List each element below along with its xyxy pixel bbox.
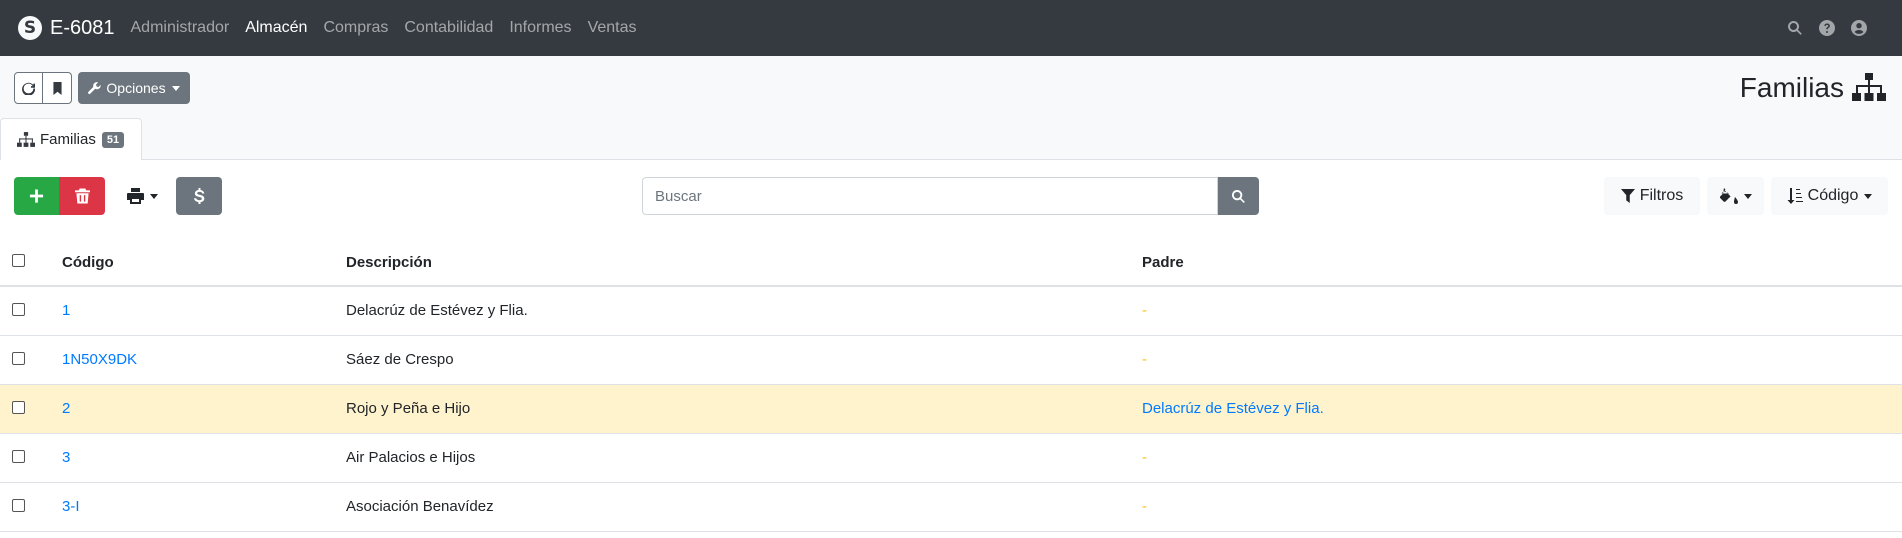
table-row[interactable]: 3 Air Palacios e Hijos - [0,434,1902,483]
filters-button[interactable]: Filtros [1604,177,1700,215]
table-row[interactable]: 1 Delacrúz de Estévez y Flia. - [0,287,1902,336]
nav-item-compras[interactable]: Compras [323,19,388,37]
table-row[interactable]: 1N50X9DK Sáez de Crespo - [0,336,1902,385]
row-description: Rojo y Peña e Hijo [346,400,471,417]
table-header: Código Descripción Padre [0,238,1902,287]
column-header-code[interactable]: Código [62,254,114,271]
column-header-description[interactable]: Descripción [346,254,432,271]
search-icon[interactable] [1786,19,1804,37]
print-icon [126,188,144,204]
wrench-icon [88,81,102,94]
page-header: Opciones Familias [0,56,1902,160]
dollar-icon [193,188,204,204]
price-button[interactable] [176,177,222,215]
nav-item-informes[interactable]: Informes [509,19,571,37]
row-parent: - [1142,498,1147,515]
refresh-icon [22,82,35,95]
row-description: Sáez de Crespo [346,351,454,368]
paint-bucket-icon [1719,188,1738,204]
row-checkbox[interactable] [12,450,25,463]
row-code-link[interactable]: 3 [62,449,70,466]
row-checkbox[interactable] [12,499,25,512]
delete-button[interactable] [59,177,105,215]
row-code-link[interactable]: 1N50X9DK [62,351,137,368]
row-parent: - [1142,449,1147,466]
chevron-down-icon [1743,193,1752,199]
color-dropdown-button[interactable] [1707,177,1764,215]
sitemap-icon [1852,73,1886,101]
tab-familias[interactable]: Familias 51 [0,118,142,160]
nav-item-ventas[interactable]: Ventas [588,19,637,37]
user-icon[interactable] [1850,19,1868,37]
count-badge: 51 [101,131,125,148]
row-description: Delacrúz de Estévez y Flia. [346,302,528,319]
search-button[interactable] [1218,177,1259,215]
row-parent-link[interactable]: Delacrúz de Estévez y Flia. [1142,400,1324,417]
chevron-down-icon [1864,193,1873,199]
plus-icon [29,189,44,203]
help-icon[interactable] [1818,19,1836,37]
options-label: Opciones [106,80,166,96]
order-dropdown-button[interactable]: Código [1771,177,1888,215]
chevron-down-icon [171,85,180,91]
brand-logo-glyph: S [23,17,37,38]
options-dropdown-button[interactable]: Opciones [78,72,190,104]
row-parent: - [1142,302,1147,319]
trash-icon [74,188,90,204]
bookmark-icon [52,81,62,95]
row-description: Asociación Benavídez [346,498,494,515]
nav-item-almacen[interactable]: Almacén [245,19,307,37]
order-label: Código [1807,187,1859,204]
search-icon [1231,189,1245,203]
sort-numeric-icon [1787,188,1803,204]
row-code-link[interactable]: 2 [62,400,70,417]
row-code-link[interactable]: 1 [62,302,70,319]
column-header-parent[interactable]: Padre [1142,254,1184,271]
print-dropdown-button[interactable] [114,177,170,215]
families-table: Código Descripción Padre 1 Delacrúz de E… [0,238,1902,532]
row-checkbox[interactable] [12,303,25,316]
top-navbar: S E-6081 Administrador Almacén Compras C… [0,0,1902,56]
brand[interactable]: S E-6081 [18,16,115,40]
row-description: Air Palacios e Hijos [346,449,476,466]
tab-label: Familias [40,131,96,148]
table-row[interactable]: 2 Rojo y Peña e Hijo Delacrúz de Estévez… [0,385,1902,434]
page-title: Familias [1740,72,1886,104]
reload-bookmark-group [14,72,72,104]
row-checkbox[interactable] [12,352,25,365]
bookmark-button[interactable] [43,72,72,104]
filters-label: Filtros [1639,187,1684,204]
row-code-link[interactable]: 3-I [62,498,80,515]
row-checkbox[interactable] [12,401,25,414]
chevron-down-icon [149,193,158,199]
brand-logo-icon: S [18,16,42,40]
search-input[interactable] [642,177,1218,215]
nav-right-icons [1772,0,1868,56]
row-parent: - [1142,351,1147,368]
page-title-text: Familias [1739,72,1844,103]
reload-button[interactable] [14,72,43,104]
add-button[interactable] [14,177,59,215]
nav-item-contabilidad[interactable]: Contabilidad [404,19,493,37]
nav-item-administrador[interactable]: Administrador [131,19,230,37]
table-row[interactable]: 3-I Asociación Benavídez - [0,483,1902,532]
nav-menu: Administrador Almacén Compras Contabilid… [131,19,653,37]
sitemap-icon [17,131,35,147]
filter-icon [1620,189,1635,203]
brand-name[interactable]: E-6081 [50,17,115,40]
select-all-checkbox[interactable] [12,254,25,267]
